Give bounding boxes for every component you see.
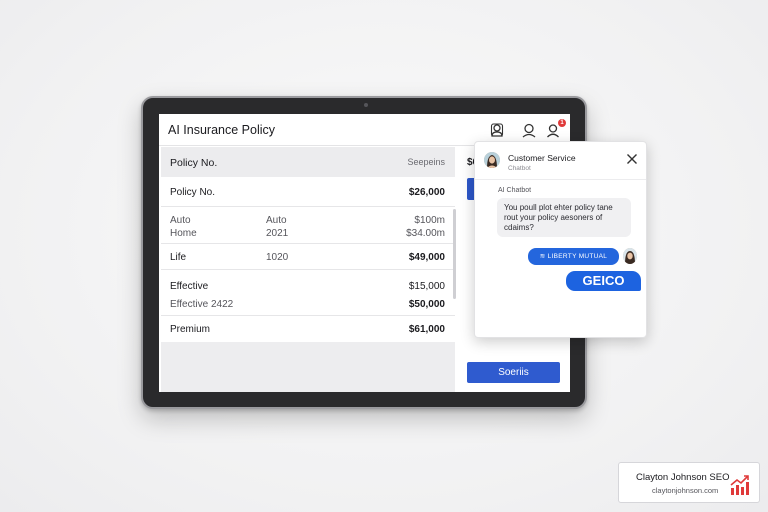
header-right-label: Seepeins (407, 157, 445, 167)
bot-message: You poull plot ehter policy tane rout yo… (497, 198, 631, 237)
user-message-text: LIBERTY MUTUAL (547, 253, 608, 260)
row-value-secondary: $50,000 (408, 299, 445, 310)
user-avatar (623, 248, 637, 264)
camera-dot (364, 103, 368, 107)
close-icon[interactable] (626, 153, 638, 165)
app-title: AI Insurance Policy (168, 123, 275, 137)
wave-icon: ≋ (539, 253, 548, 260)
user-message-liberty[interactable]: ≋ LIBERTY MUTUAL (528, 248, 619, 265)
table-row[interactable]: Effective Effective 2422 $15,000 $50,000 (161, 270, 455, 316)
row-year: 2021 (266, 228, 289, 239)
row-value: $61,000 (408, 324, 445, 335)
policy-table: Policy No. Seepeins Policy No. $26,000 A… (161, 147, 455, 342)
row-label-secondary: Home (170, 228, 197, 239)
chart-logo-icon (730, 475, 749, 495)
table-row[interactable]: Premium $61,000 (161, 316, 455, 342)
search-button[interactable]: Soeriis (467, 362, 560, 383)
table-row[interactable]: Auto Home Auto 2021 $100m $34.00m (161, 207, 455, 244)
row-label: Effective (170, 281, 209, 292)
chat-popup: Customer Service Chatbot AI Chatbot You … (474, 141, 647, 338)
row-value: $15,000 (408, 281, 445, 292)
row-label: Auto (170, 215, 191, 226)
table-scrollbar[interactable] (453, 209, 456, 299)
row-label: Life (170, 252, 187, 263)
row-label: Policy No. (170, 187, 216, 198)
row-label: Premium (170, 324, 211, 335)
profile-icon[interactable] (521, 122, 537, 138)
user-message-geico[interactable]: GEICO (566, 271, 641, 291)
bot-label: AI Chatbot (498, 187, 532, 194)
chat-title: Customer Service (508, 153, 576, 163)
row-type: Auto (266, 215, 287, 226)
table-row[interactable]: Life 1020 $49,000 (161, 244, 455, 270)
table-row[interactable]: Policy No. $26,000 (161, 177, 455, 207)
row-year: 1020 (266, 252, 289, 263)
brand-name: Clayton Johnson SEO (636, 472, 730, 483)
header-policy-no: Policy No. (170, 157, 218, 169)
row-label-secondary: Effective 2422 (170, 299, 234, 310)
user-icon[interactable] (489, 122, 505, 138)
brand-url: claytonjohnson.com (652, 486, 719, 495)
chat-header: Customer Service Chatbot (475, 142, 646, 180)
table-header: Policy No. Seepeins (161, 147, 455, 177)
row-value: $100m (414, 215, 445, 226)
row-value-secondary: $34.00m (406, 228, 445, 239)
notification-badge: 1 (558, 119, 566, 127)
table-footer-area (161, 342, 455, 392)
agent-avatar (484, 152, 500, 168)
row-value: $49,000 (408, 252, 445, 263)
chat-subtitle: Chatbot (508, 165, 531, 172)
brand-card: Clayton Johnson SEO claytonjohnson.com (618, 462, 760, 503)
row-value: $26,000 (408, 187, 445, 198)
